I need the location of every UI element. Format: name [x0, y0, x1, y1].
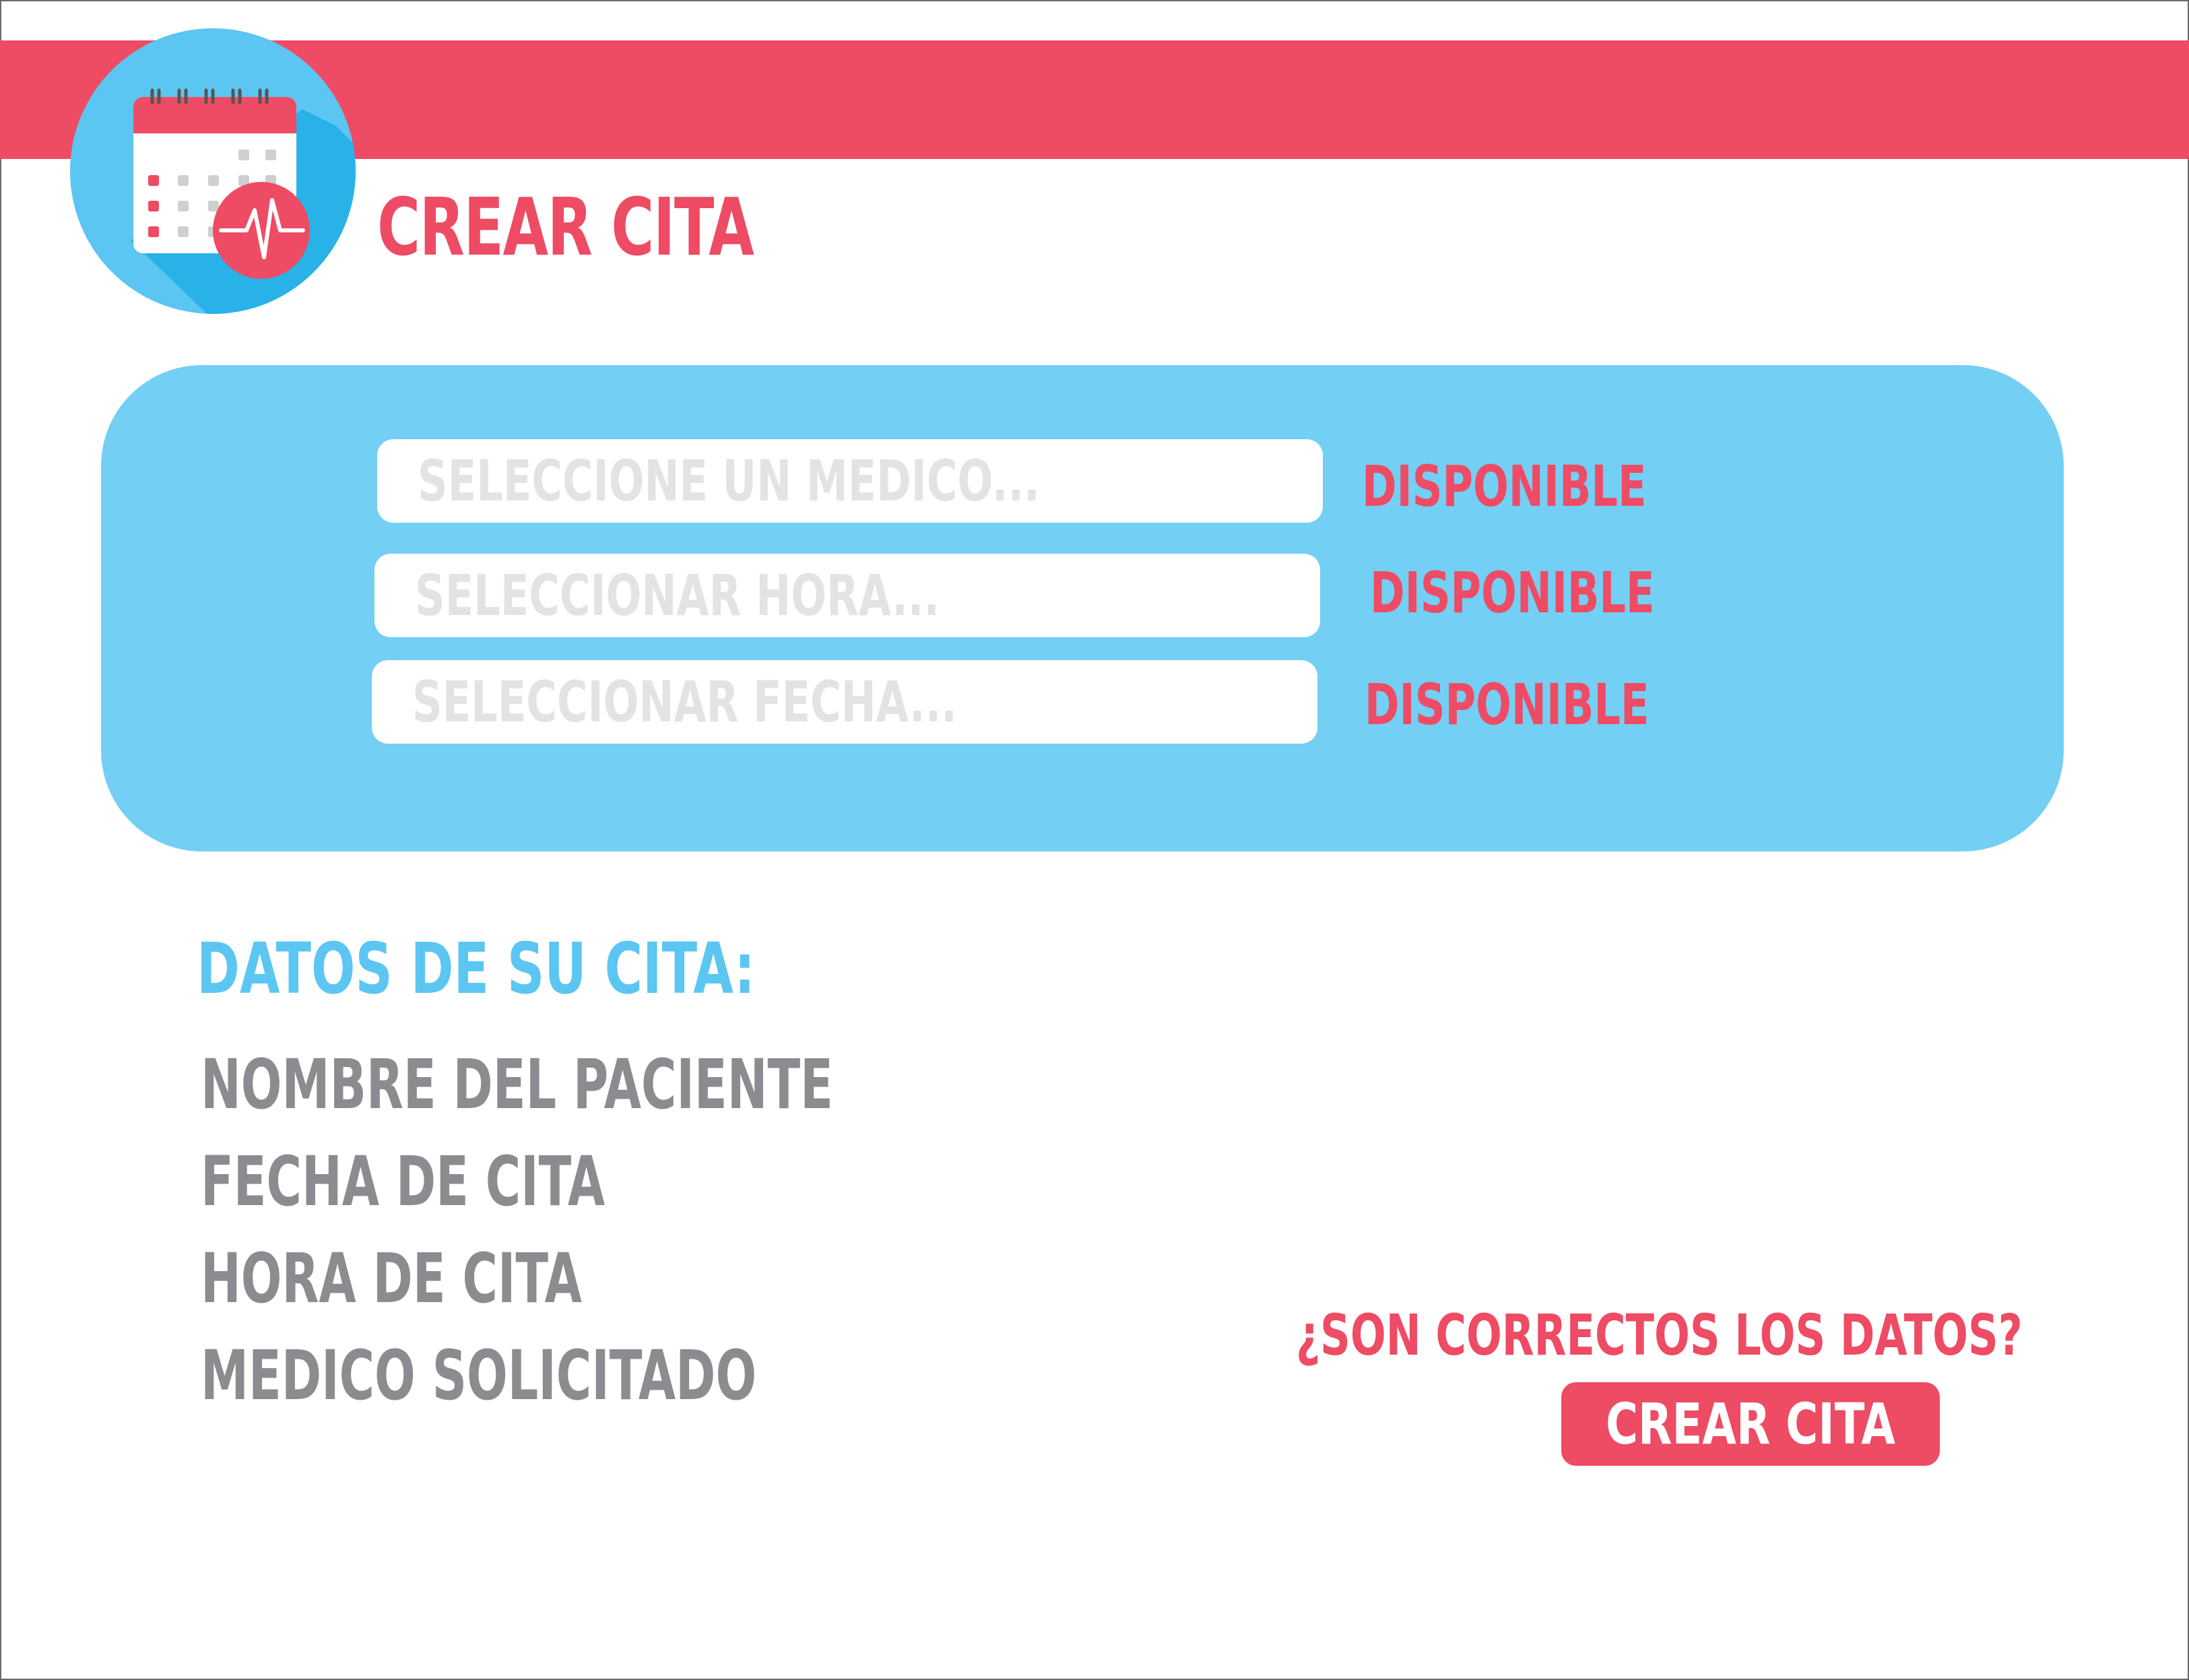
doctor-select[interactable]: SELECCIONE UN MEDICO...	[377, 439, 1323, 523]
create-appointment-button-label: CREAR CITA	[1605, 1391, 1896, 1457]
date-availability-status: DISPONIBLE	[1365, 672, 1649, 738]
time-select[interactable]: SELECCIONAR HORA...	[374, 554, 1320, 637]
time-availability-status: DISPONIBLE	[1370, 560, 1655, 626]
doctor-availability-status: DISPONIBLE	[1362, 453, 1647, 519]
summary-appointment-time: HORA DE CITA	[201, 1239, 582, 1319]
doctor-select-placeholder: SELECCIONE UN MEDICO...	[418, 448, 1040, 514]
page-title: CREAR CITA	[377, 181, 754, 273]
confirm-question: ¿SON CORRECTOS LOS DATOS?	[1296, 1302, 2023, 1368]
time-select-placeholder: SELECCIONAR HORA...	[415, 562, 940, 628]
summary-patient-name: NOMBRE DEL PACIENTE	[201, 1045, 833, 1125]
appointment-summary-title: DATOS DE SU CITA:	[197, 928, 755, 1010]
calendar-heartbeat-icon	[70, 28, 356, 314]
create-appointment-button[interactable]: CREAR CITA	[1561, 1382, 1940, 1466]
date-select-placeholder: SELECCIONAR FECHA...	[412, 669, 957, 735]
summary-requested-doctor: MEDICO SOLICITADO	[201, 1336, 757, 1416]
summary-appointment-date: FECHA DE CITA	[201, 1142, 606, 1222]
date-select[interactable]: SELECCIONAR FECHA...	[372, 660, 1317, 744]
